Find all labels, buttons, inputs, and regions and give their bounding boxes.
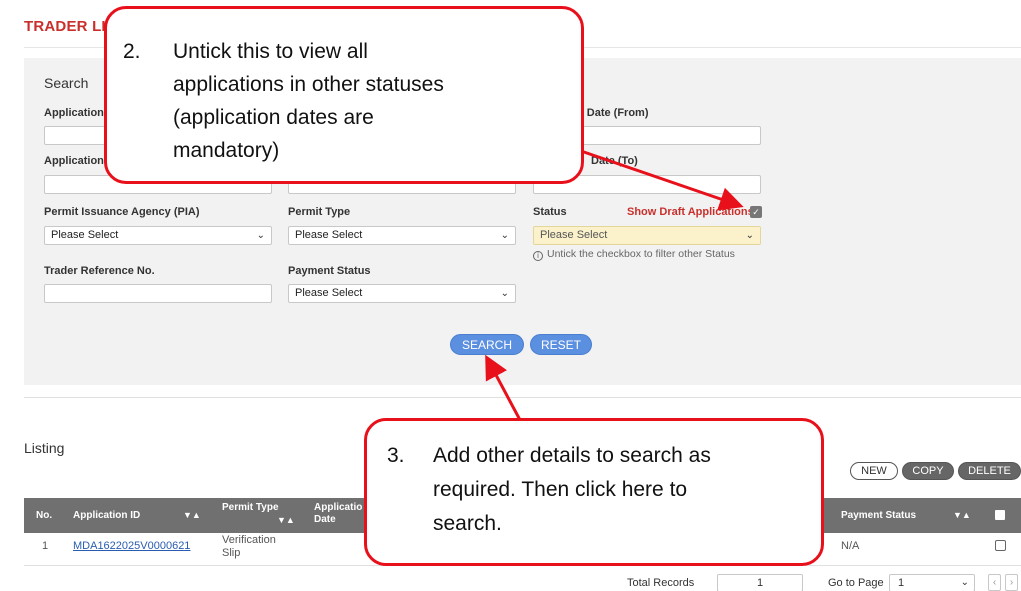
step3-line-3: search.: [433, 512, 502, 535]
sort-icon[interactable]: ▼▲: [277, 515, 295, 525]
chevron-down-icon: ⌄: [960, 577, 969, 588]
step2-callout: 2. Untick this to view all applications …: [104, 6, 584, 184]
total-records-value: 1: [717, 574, 803, 591]
column-header-application-date-line2: Date: [314, 514, 336, 525]
next-page-button[interactable]: ›: [1005, 574, 1018, 591]
page-select[interactable]: 1 ⌄: [889, 574, 975, 591]
sort-icon[interactable]: ▼▲: [183, 510, 201, 520]
chevron-down-icon: ⌄: [500, 230, 509, 241]
page-title: TRADER LI: [24, 18, 106, 35]
delete-button[interactable]: DELETE: [958, 462, 1021, 480]
status-select[interactable]: Please Select ⌄: [533, 226, 761, 245]
total-records-label: Total Records: [627, 577, 695, 589]
step3-number: 3.: [387, 444, 405, 467]
row-permit-type: Verification: [222, 534, 276, 546]
chevron-down-icon: ⌄: [745, 230, 754, 241]
date-from-label: n Date (From): [577, 107, 649, 119]
row-number: 1: [42, 540, 49, 552]
status-label: Status: [533, 206, 567, 218]
column-header-permit-type[interactable]: Permit Type: [222, 502, 279, 514]
pia-select[interactable]: Please Select ⌄: [44, 226, 272, 245]
row-payment-status: N/A: [841, 540, 860, 552]
application-label: Application: [44, 107, 104, 119]
row-permit-type-line2: Slip: [222, 547, 241, 559]
payment-status-select[interactable]: Please Select ⌄: [288, 284, 516, 303]
show-draft-checkbox[interactable]: ✓: [750, 206, 762, 218]
permit-type-label: Permit Type: [288, 206, 351, 218]
reset-button[interactable]: RESET: [530, 334, 592, 355]
date-to-label: Date (To): [591, 155, 638, 167]
select-all-checkbox[interactable]: [995, 510, 1005, 520]
new-button[interactable]: NEW: [850, 462, 898, 480]
payment-status-label: Payment Status: [288, 265, 371, 277]
step2-line-3: (application dates are: [173, 106, 374, 129]
payment-status-select-value: Please Select: [295, 287, 363, 299]
status-select-value: Please Select: [540, 229, 608, 241]
pia-label: Permit Issuance Agency (PIA): [44, 206, 200, 218]
column-header-application-id[interactable]: Application ID: [73, 510, 140, 522]
step3-line-1: Add other details to search as: [433, 444, 711, 467]
listing-heading: Listing: [24, 440, 65, 456]
column-header-no: No.: [36, 510, 53, 521]
step3-callout: 3. Add other details to search as requir…: [364, 418, 824, 566]
page-select-value: 1: [898, 577, 905, 589]
info-icon: i: [533, 251, 543, 261]
step3-line-2: required. Then click here to: [433, 478, 688, 501]
copy-button[interactable]: COPY: [902, 462, 954, 480]
section-divider: [24, 397, 1021, 398]
column-header-application-date[interactable]: Applicatio: [314, 502, 362, 514]
column-header-payment-status[interactable]: Payment Status: [841, 510, 916, 522]
step2-line-2: applications in other statuses: [173, 73, 444, 96]
status-hint: i Untick the checkbox to filter other Sta…: [533, 248, 735, 261]
status-hint-text: Untick the checkbox to filter other Stat…: [547, 248, 735, 260]
show-draft-applications-label[interactable]: Show Draft Applications: [627, 206, 754, 218]
search-button[interactable]: SEARCH: [450, 334, 524, 355]
permit-type-select-value: Please Select: [295, 229, 363, 241]
trader-reference-input[interactable]: [44, 284, 272, 303]
step2-number: 2.: [123, 40, 141, 63]
step2-line-1: Untick this to view all: [173, 40, 368, 63]
sort-icon[interactable]: ▼▲: [953, 510, 971, 520]
previous-page-button[interactable]: ‹: [988, 574, 1001, 591]
step2-line-4: mandatory): [173, 139, 280, 162]
application-2-label: Application: [44, 155, 104, 167]
search-heading: Search: [44, 75, 89, 91]
application-id-link[interactable]: MDA1622025V0000621: [73, 540, 190, 552]
chevron-down-icon: ⌄: [500, 288, 509, 299]
pia-select-value: Please Select: [51, 229, 119, 241]
trader-reference-label: Trader Reference No.: [44, 265, 155, 277]
chevron-down-icon: ⌄: [256, 230, 265, 241]
permit-type-select[interactable]: Please Select ⌄: [288, 226, 516, 245]
row-checkbox[interactable]: [995, 540, 1006, 551]
go-to-page-label: Go to Page: [828, 577, 884, 589]
